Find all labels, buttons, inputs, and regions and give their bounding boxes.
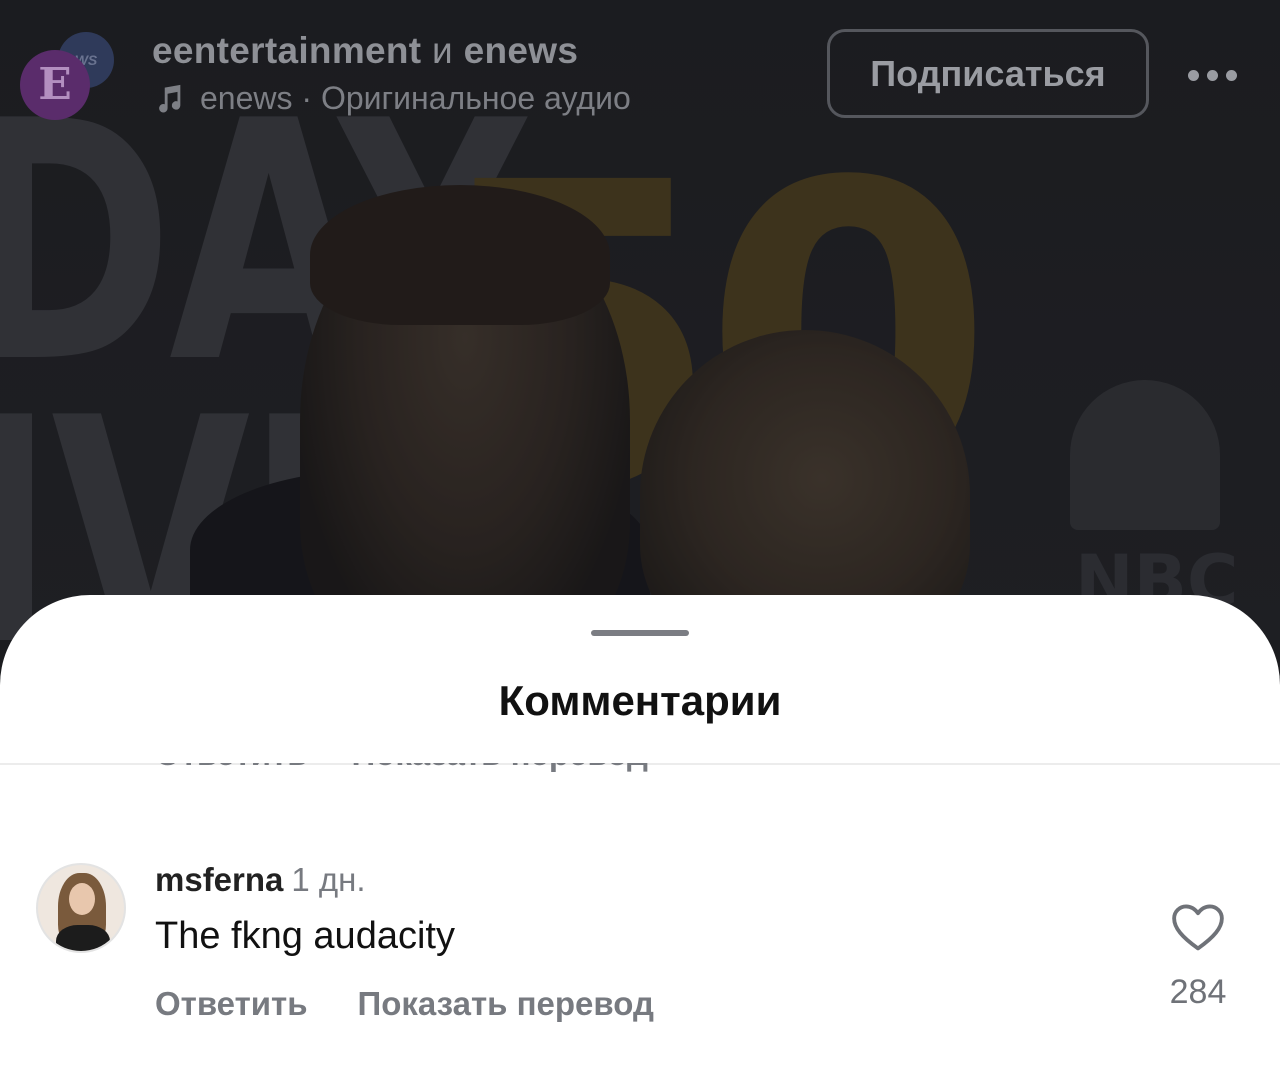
- previous-comment-actions: Ответить Показать перевод: [155, 763, 648, 773]
- music-note-icon: [159, 84, 181, 112]
- commenter-avatar[interactable]: [36, 863, 126, 953]
- avatar-eentertainment: E: [20, 50, 90, 120]
- follow-button[interactable]: Подписаться: [827, 29, 1149, 118]
- audio-link[interactable]: enews · Оригинальное аудио: [152, 80, 631, 117]
- comments-list[interactable]: Ответить Показать перевод msferna1 дн. Th…: [0, 763, 1280, 1081]
- comment-text: The fkng audacity: [155, 915, 455, 957]
- author-primary[interactable]: eentertainment: [152, 30, 421, 71]
- comment-time: 1 дн.: [291, 861, 366, 898]
- comment-actions: Ответить Показать перевод: [155, 985, 654, 1023]
- comment-meta: msferna 1 дн.: [155, 861, 366, 899]
- author-names[interactable]: eentertainment и enews: [152, 30, 578, 72]
- show-translation-button[interactable]: Показать перевод: [352, 763, 648, 772]
- author-joiner: и: [432, 30, 453, 71]
- sheet-grabber[interactable]: [591, 630, 689, 636]
- author-secondary[interactable]: enews: [464, 30, 579, 71]
- like-count: 284: [1169, 973, 1227, 1011]
- more-options-icon[interactable]: [1188, 62, 1244, 88]
- sheet-title: Комментарии: [498, 677, 782, 724]
- show-translation-button[interactable]: Показать перевод: [358, 985, 654, 1023]
- commenter-username[interactable]: msferna: [155, 861, 283, 898]
- reply-button[interactable]: Ответить: [155, 763, 308, 772]
- collab-avatars[interactable]: WS E: [20, 28, 120, 128]
- comment-item: msferna 1 дн. The fkng audacity Ответить …: [0, 861, 1280, 1063]
- heart-icon[interactable]: [1170, 903, 1226, 953]
- audio-label: enews · Оригинальное аудио: [200, 80, 631, 116]
- comments-sheet: Комментарии Ответить Показать перевод msf…: [0, 595, 1280, 1081]
- reel-header: WS E eentertainment и enews enews · Ориг…: [0, 0, 1280, 130]
- reply-button[interactable]: Ответить: [155, 985, 308, 1023]
